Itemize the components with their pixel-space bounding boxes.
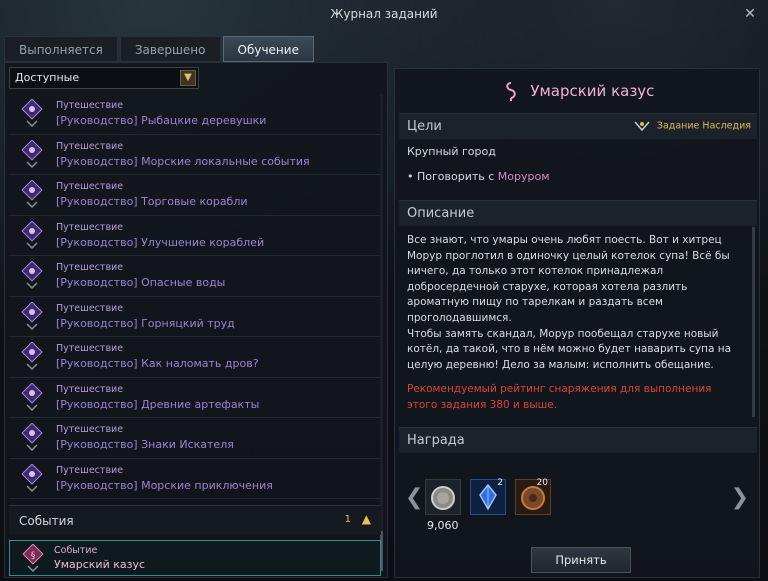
reward-item-silver[interactable] [425,479,461,515]
tab-completed[interactable]: Завершено [119,36,221,62]
reward-item-token[interactable]: 20 [515,478,551,515]
voyage-quest-icon [21,261,43,290]
chevron-right-icon[interactable]: ❯ [731,485,749,510]
quest-category: Путешествие [56,343,124,354]
goal-npc-link[interactable]: Моруром [498,170,550,183]
quest-list-item[interactable]: Путешествие [Руководство] Как наломать др… [9,337,381,378]
reward-count: 20 [536,478,548,488]
voyage-quest-icon [21,180,43,209]
tab-bar: Выполняется Завершено Обучение [4,36,316,62]
tab-tutorial[interactable]: Обучение [222,36,314,62]
event-category: Событие [54,545,98,556]
svg-text:§: § [31,551,36,561]
quest-list-item[interactable]: Путешествие [Руководство] Горняцкий труд [9,297,381,337]
quest-category: Путешествие [56,383,124,395]
quest-list-item[interactable]: Путешествие [Руководство] Рыбацкие дереву… [9,94,381,135]
quest-list-item[interactable]: Путешествие [Руководство] Улучшение кораб… [9,216,381,256]
quest-description: Все знают, что умары очень любят поесть.… [407,234,732,371]
legacy-badge: Задание Наследия [634,120,751,132]
quest-name: [Руководство] Торговые корабли [56,195,248,208]
quest-title-row: Умарский казус [395,75,761,107]
goals-section-header: Цели Задание Наследия [399,113,757,139]
silver-coin-icon [431,486,455,510]
event-name: Умарский казус [54,558,146,571]
description-label: Описание [407,206,475,221]
quest-category: Путешествие [56,424,124,435]
accept-button[interactable]: Принять [531,547,631,573]
quest-name: [Руководство] Рыбацкие деревушки [56,114,267,127]
legacy-label: Задание Наследия [656,120,751,132]
voyage-quest-icon [21,463,43,492]
quest-category: Путешествие [56,181,124,192]
filter-dropdown[interactable]: Доступные ▼ [9,67,199,89]
reward-section-header: Награда [399,427,757,453]
voyage-quest-icon [21,301,43,330]
reward-row: ❮ 2 20 9,060 ❯ [395,473,761,533]
description-scrollbar[interactable] [752,227,755,417]
quest-list-item[interactable]: Путешествие [Руководство] Древние артефак… [9,378,381,418]
quest-name: [Руководство] Морские приключения [56,478,273,492]
chevron-up-icon[interactable]: ▲ [362,512,371,526]
voyage-quest-icon [21,423,43,452]
voyage-quest-icon [21,220,43,249]
reward-count: 2 [497,478,503,488]
reward-item-crystal[interactable]: 2 [470,478,506,515]
silver-quantity: 9,060 [427,519,459,532]
event-item-selected[interactable]: § Событие Умарский казус [9,540,381,576]
quest-name: [Руководство] Опасные воды [56,276,226,289]
quest-title: Умарский казус [530,82,655,100]
quest-name: [Руководство] Знаки Искателя [56,438,234,451]
quest-category: Путешествие [56,221,124,233]
quest-detail-panel: Умарский казус Цели Задание Наследия Кру… [394,68,760,578]
goal-location: Крупный город [407,145,496,158]
voyage-quest-icon [21,382,43,411]
quest-list-item[interactable]: Путешествие [Руководство] Опасные воды [9,256,381,297]
legacy-icon [634,121,650,132]
quest-list-item[interactable]: Путешествие [Руководство] Морские локальн… [9,135,381,175]
quest-name: [Руководство] Улучшение кораблей [56,235,265,249]
goal-task-text: • Поговорить с [407,170,498,183]
quest-name: [Руководство] Как наломать дров? [56,357,259,370]
events-count: 1 [344,514,351,525]
goal-task: • Поговорить с Моруром [407,170,550,183]
reward-label: Награда [407,433,465,448]
quest-category: Путешествие [56,302,124,314]
quest-list-item[interactable]: Путешествие [Руководство] Знаки Искателя [9,418,381,459]
voyage-quest-icon [21,99,43,128]
event-quest-icon: § [22,544,44,573]
gear-recommendation: Рекомендуемый рейтинг снаряжения для вып… [407,383,712,411]
quest-list: Путешествие [Руководство] Рыбацкие дереву… [9,94,381,499]
list-scrollbar-track[interactable] [380,94,383,572]
event-quest-icon [505,81,516,101]
chevron-down-icon[interactable]: ▼ [180,70,196,86]
voyage-quest-icon [21,139,43,168]
quest-list-item[interactable]: Путешествие [Руководство] Торговые корабл… [9,175,381,216]
quest-list-panel: Доступные ▼ Путешествие [Руководство] Рыб… [4,62,388,578]
quest-list-item[interactable]: Путешествие [Руководство] Морские приключ… [9,459,381,499]
voyage-quest-icon [21,342,43,371]
close-icon[interactable]: ✕ [740,4,760,24]
quest-category: Путешествие [56,140,124,152]
chevron-left-icon[interactable]: ❮ [405,485,423,510]
quest-category: Путешествие [56,100,124,111]
quest-name: [Руководство] Морские локальные события [56,154,310,168]
events-label: События [19,514,74,528]
description-section-header: Описание [399,200,757,226]
quest-category: Путешествие [56,464,124,476]
tab-in-progress[interactable]: Выполняется [4,36,118,62]
window-title: Журнал заданий [330,7,438,21]
events-section-header[interactable]: События 1 ▲ [9,505,381,535]
quest-name: [Руководство] Горняцкий труд [56,316,235,330]
filter-value: Доступные [15,71,80,84]
goals-label: Цели [407,119,442,134]
quest-name: [Руководство] Древние артефакты [56,397,260,411]
quest-category: Путешествие [56,262,124,273]
